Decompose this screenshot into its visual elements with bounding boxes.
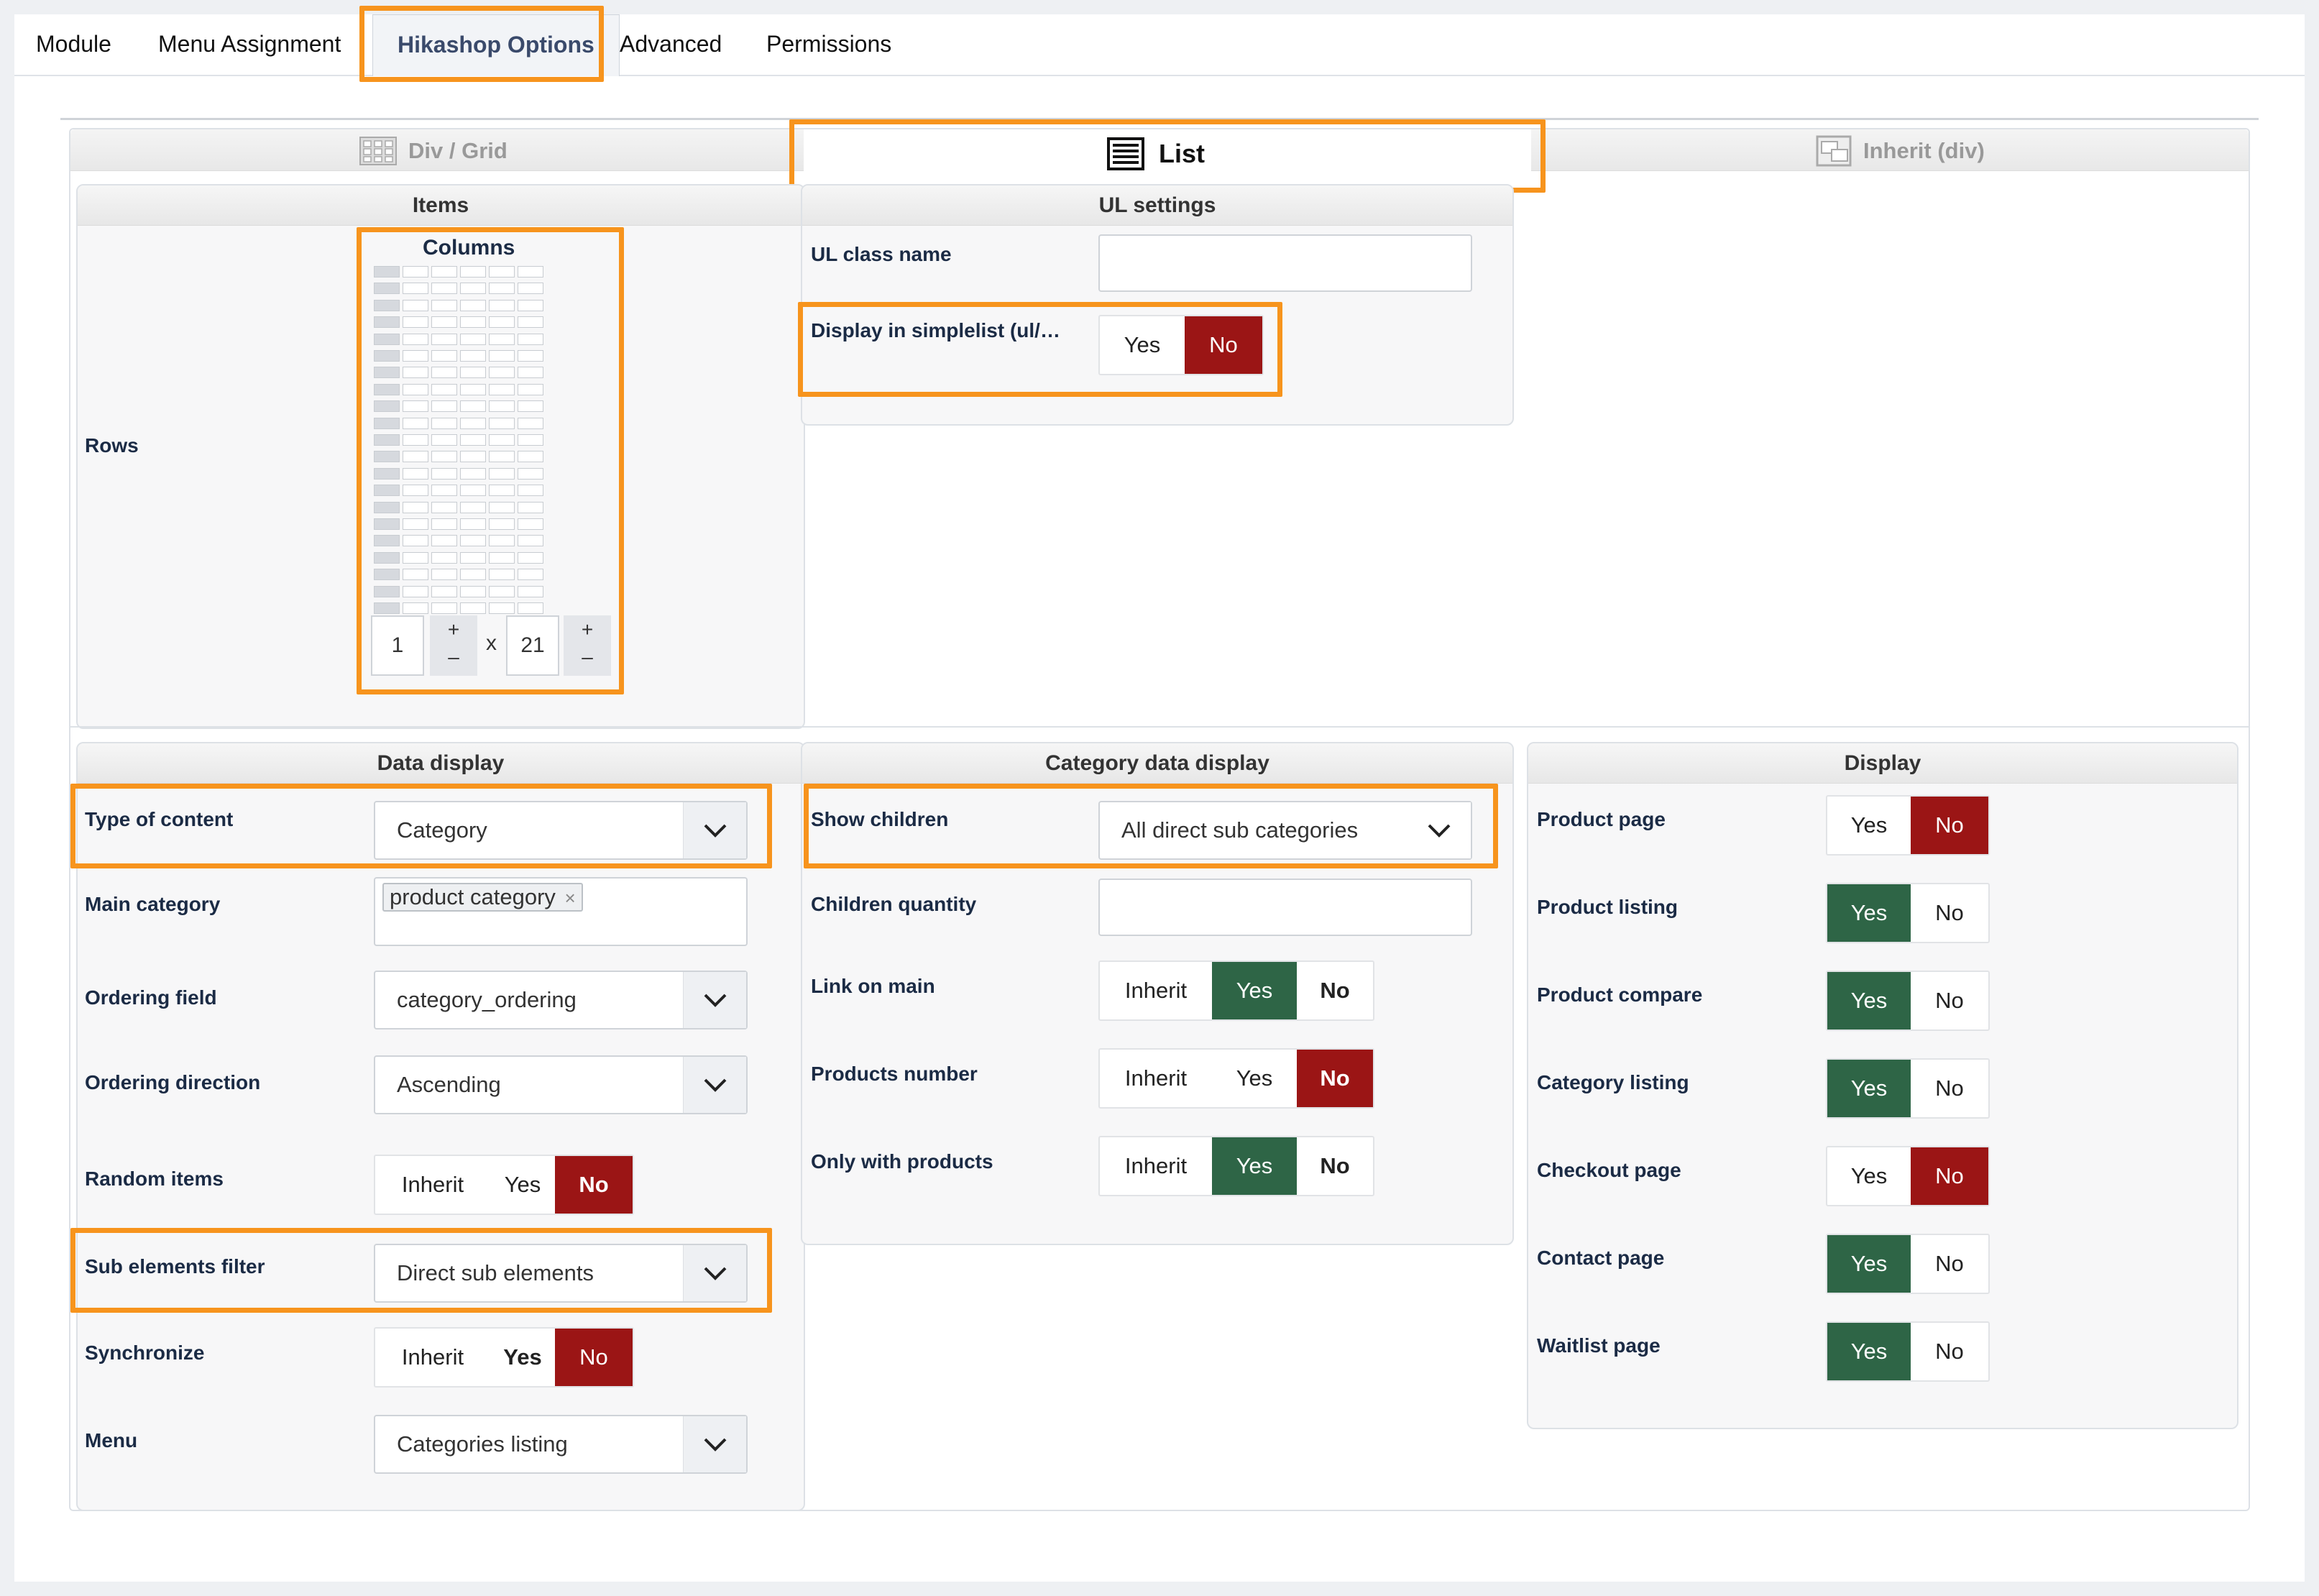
- children-quantity-label: Children quantity: [811, 893, 977, 915]
- display-row-toggle[interactable]: Yes No: [1826, 883, 1990, 943]
- tab-module[interactable]: Module: [36, 14, 111, 76]
- random-yes[interactable]: Yes: [490, 1156, 555, 1214]
- display-row-toggle[interactable]: Yes No: [1826, 1146, 1990, 1206]
- ordering-field-select[interactable]: category_ordering: [374, 971, 748, 1029]
- ul-class-label: UL class name: [811, 243, 952, 265]
- display-row-toggle[interactable]: Yes No: [1826, 1321, 1990, 1382]
- grid-icon: [359, 137, 397, 165]
- ordering-field-label: Ordering field: [85, 986, 217, 1009]
- ul-class-input[interactable]: [1098, 234, 1472, 292]
- chevron-down-icon: [683, 972, 746, 1028]
- products-yes[interactable]: Yes: [1212, 1050, 1297, 1107]
- display-yes[interactable]: Yes: [1827, 884, 1911, 942]
- display-no[interactable]: No: [1911, 884, 1988, 942]
- random-inherit[interactable]: Inherit: [375, 1156, 490, 1214]
- display-row-label: Product compare: [1537, 983, 1703, 1006]
- tab-bar: Module Menu Assignment Hikashop Options …: [14, 14, 2305, 76]
- main-category-label: Main category: [85, 893, 221, 915]
- display-row-label: Category listing: [1537, 1071, 1689, 1093]
- display-row-toggle[interactable]: Yes No: [1826, 1058, 1990, 1119]
- display-yes[interactable]: Yes: [1827, 972, 1911, 1029]
- category-tag: product category ×: [382, 883, 583, 912]
- only-with-products-label: Only with products: [811, 1150, 993, 1173]
- display-no[interactable]: No: [1911, 972, 1988, 1029]
- display-row-toggle[interactable]: Yes No: [1826, 971, 1990, 1031]
- tag-remove-icon[interactable]: ×: [565, 887, 576, 909]
- link-on-main-label: Link on main: [811, 975, 935, 997]
- highlight-sub-elements-filter: [70, 1228, 772, 1313]
- highlight-list-mode: [789, 119, 1546, 193]
- sync-inherit[interactable]: Inherit: [375, 1329, 490, 1386]
- display-yes[interactable]: Yes: [1827, 797, 1911, 854]
- display-row-toggle[interactable]: Yes No: [1826, 795, 1990, 856]
- ordering-direction-label: Ordering direction: [85, 1071, 261, 1093]
- only-inherit[interactable]: Inherit: [1100, 1137, 1212, 1195]
- random-items-label: Random items: [85, 1168, 224, 1190]
- display-row-label: Checkout page: [1537, 1159, 1681, 1181]
- mode-div-grid[interactable]: Div / Grid: [359, 134, 508, 168]
- display-row-label: Waitlist page: [1537, 1334, 1661, 1357]
- mode-inherit[interactable]: Inherit (div): [1816, 134, 1985, 168]
- random-no[interactable]: No: [555, 1156, 633, 1214]
- highlight-type-of-content: [70, 784, 772, 868]
- chevron-down-icon: [683, 1057, 746, 1113]
- only-yes[interactable]: Yes: [1212, 1137, 1297, 1195]
- category-data-display-title: Category data display: [802, 743, 1512, 784]
- highlight-show-children: [804, 784, 1498, 868]
- highlight-columns-grid: [357, 227, 624, 694]
- module-page: Module Menu Assignment Hikashop Options …: [14, 6, 2305, 1582]
- link-yes[interactable]: Yes: [1212, 962, 1297, 1019]
- highlight-hikashop-tab: [359, 6, 604, 82]
- display-no[interactable]: No: [1911, 1147, 1988, 1205]
- display-no[interactable]: No: [1911, 1323, 1988, 1380]
- display-no[interactable]: No: [1911, 797, 1988, 854]
- tab-advanced[interactable]: Advanced: [620, 14, 722, 76]
- main-category-field[interactable]: product category ×: [374, 877, 748, 946]
- sync-yes[interactable]: Yes: [490, 1329, 555, 1386]
- random-items-toggle[interactable]: Inherit Yes No: [374, 1155, 634, 1215]
- display-row-label: Product page: [1537, 808, 1666, 830]
- only-no[interactable]: No: [1297, 1137, 1373, 1195]
- display-yes[interactable]: Yes: [1827, 1235, 1911, 1293]
- tab-menu-assignment[interactable]: Menu Assignment: [158, 14, 341, 76]
- chevron-down-icon: [683, 1416, 746, 1472]
- display-row-toggle[interactable]: Yes No: [1826, 1234, 1990, 1294]
- display-yes[interactable]: Yes: [1827, 1147, 1911, 1205]
- display-no[interactable]: No: [1911, 1235, 1988, 1293]
- display-row-label: Contact page: [1537, 1247, 1665, 1269]
- items-title: Items: [78, 185, 804, 226]
- display-title: Display: [1528, 743, 2237, 784]
- sync-no[interactable]: No: [555, 1329, 633, 1386]
- inherit-icon: [1816, 135, 1852, 167]
- synchronize-label: Synchronize: [85, 1342, 205, 1364]
- products-number-toggle[interactable]: Inherit Yes No: [1098, 1048, 1374, 1109]
- display-yes[interactable]: Yes: [1827, 1060, 1911, 1117]
- children-quantity-input[interactable]: [1098, 879, 1472, 936]
- menu-label: Menu: [85, 1429, 138, 1451]
- menu-select[interactable]: Categories listing: [374, 1415, 748, 1474]
- products-number-label: Products number: [811, 1063, 978, 1085]
- link-inherit[interactable]: Inherit: [1100, 962, 1212, 1019]
- section-divider: [70, 726, 2249, 728]
- tab-permissions[interactable]: Permissions: [766, 14, 891, 76]
- products-inherit[interactable]: Inherit: [1100, 1050, 1212, 1107]
- highlight-simplelist: [798, 302, 1282, 397]
- link-no[interactable]: No: [1297, 962, 1373, 1019]
- synchronize-toggle[interactable]: Inherit Yes No: [374, 1327, 634, 1388]
- rows-label: Rows: [85, 434, 139, 457]
- ordering-direction-select[interactable]: Ascending: [374, 1055, 748, 1114]
- products-no[interactable]: No: [1297, 1050, 1373, 1107]
- ul-settings-title: UL settings: [802, 185, 1512, 226]
- data-display-title: Data display: [78, 743, 804, 784]
- display-yes[interactable]: Yes: [1827, 1323, 1911, 1380]
- only-with-products-toggle[interactable]: Inherit Yes No: [1098, 1136, 1374, 1196]
- display-no[interactable]: No: [1911, 1060, 1988, 1117]
- display-row-label: Product listing: [1537, 896, 1678, 918]
- link-on-main-toggle[interactable]: Inherit Yes No: [1098, 960, 1374, 1021]
